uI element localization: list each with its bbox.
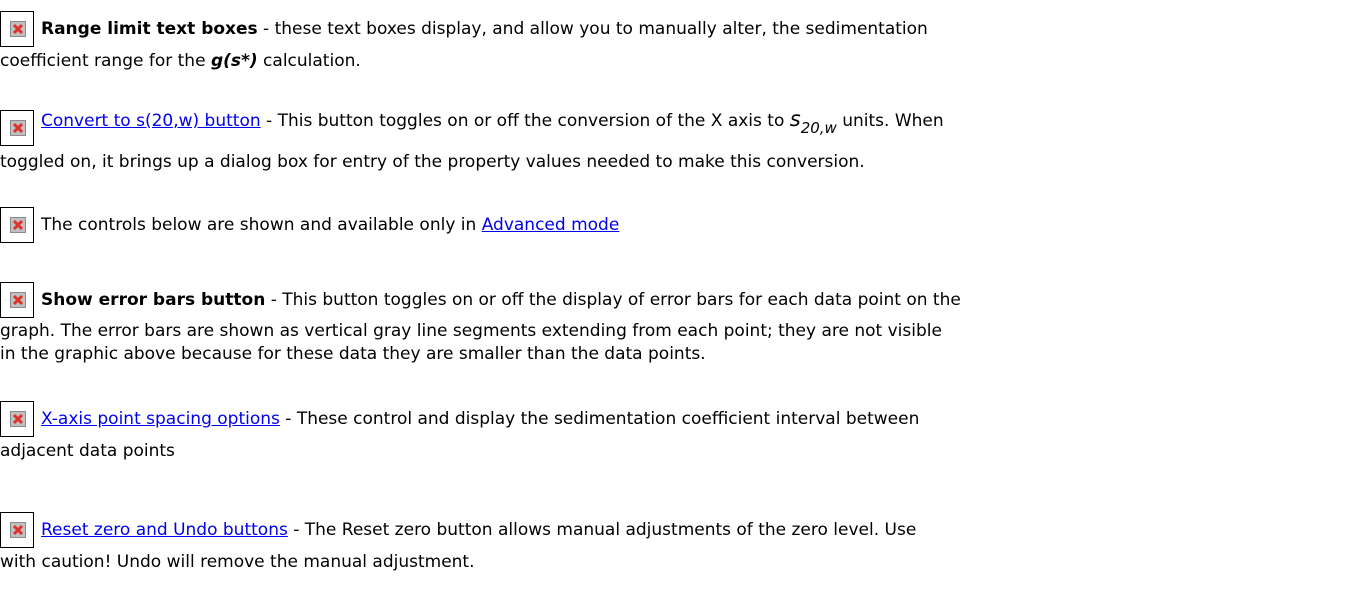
broken-image-icon [0,282,34,318]
entry-range-limit: Range limit text boxes - these text boxe… [0,0,1350,90]
entry-advanced-mode-note: The controls below are shown and availab… [0,190,1350,270]
entry-description: units. When [836,111,944,131]
entry-x-axis-spacing: X-axis point spacing options - These con… [0,390,1350,490]
entry-text-line: coefficient range for the g(s*) calculat… [0,50,361,72]
broken-image-icon [0,110,34,146]
entry-description: - The Reset zero button allows manual ad… [287,520,917,540]
x-axis-spacing-link[interactable]: X-axis point spacing options [41,409,280,429]
entry-text-line: adjacent data points [0,440,175,462]
entry-text-line: Range limit text boxes - these text boxe… [41,18,928,40]
help-page: Range limit text boxes - these text boxe… [0,0,1359,615]
entry-description: adjacent data points [0,441,175,461]
entry-reset-zero-undo: Reset zero and Undo buttons - The Reset … [0,490,1350,615]
entry-text-line: Reset zero and Undo buttons - The Reset … [41,519,916,541]
entry-show-error-bars: Show error bars button - This button tog… [0,270,1350,390]
entry-description: coefficient range for the [0,51,211,71]
formula-text: g(s*) [210,51,258,71]
broken-image-icon [0,401,34,437]
entry-text-line: X-axis point spacing options - These con… [41,408,919,430]
entry-title: Show error bars button [41,290,266,310]
entry-description: The controls below are shown and availab… [41,215,482,235]
convert-s20w-link[interactable]: Convert to s(20,w) button [41,111,261,131]
entry-description: - This button toggles on or off the disp… [265,290,961,310]
entry-text-line: toggled on, it brings up a dialog box fo… [0,151,865,173]
broken-image-icon [0,11,34,47]
entry-description: with caution! Undo will remove the manua… [0,552,475,572]
entry-description: calculation. [257,51,361,71]
entry-description: - these text boxes display, and allow yo… [257,19,928,39]
entry-description: in the graphic above because for these d… [0,344,706,364]
entry-description: graph. The error bars are shown as verti… [0,321,942,341]
entry-text-line: Convert to s(20,w) button - This button … [41,108,944,139]
entry-description: toggled on, it brings up a dialog box fo… [0,152,865,172]
broken-image-icon [0,207,34,243]
reset-zero-undo-link[interactable]: Reset zero and Undo buttons [41,520,288,540]
entry-description: - This button toggles on or off the conv… [260,111,790,131]
entry-title: Range limit text boxes [41,19,258,39]
entry-text-line: The controls below are shown and availab… [41,214,619,236]
entry-text-line: with caution! Undo will remove the manua… [0,551,475,573]
entry-text-line: in the graphic above because for these d… [0,343,706,365]
entry-text-line: graph. The error bars are shown as verti… [0,320,942,342]
entry-convert-s20w: Convert to s(20,w) button - This button … [0,90,1350,190]
entry-text-line: Show error bars button - This button tog… [41,289,961,311]
broken-image-icon [0,512,34,548]
advanced-mode-link[interactable]: Advanced mode [482,215,620,235]
entry-description: - These control and display the sediment… [279,409,920,429]
s20w-symbol: s20,w [789,107,837,137]
